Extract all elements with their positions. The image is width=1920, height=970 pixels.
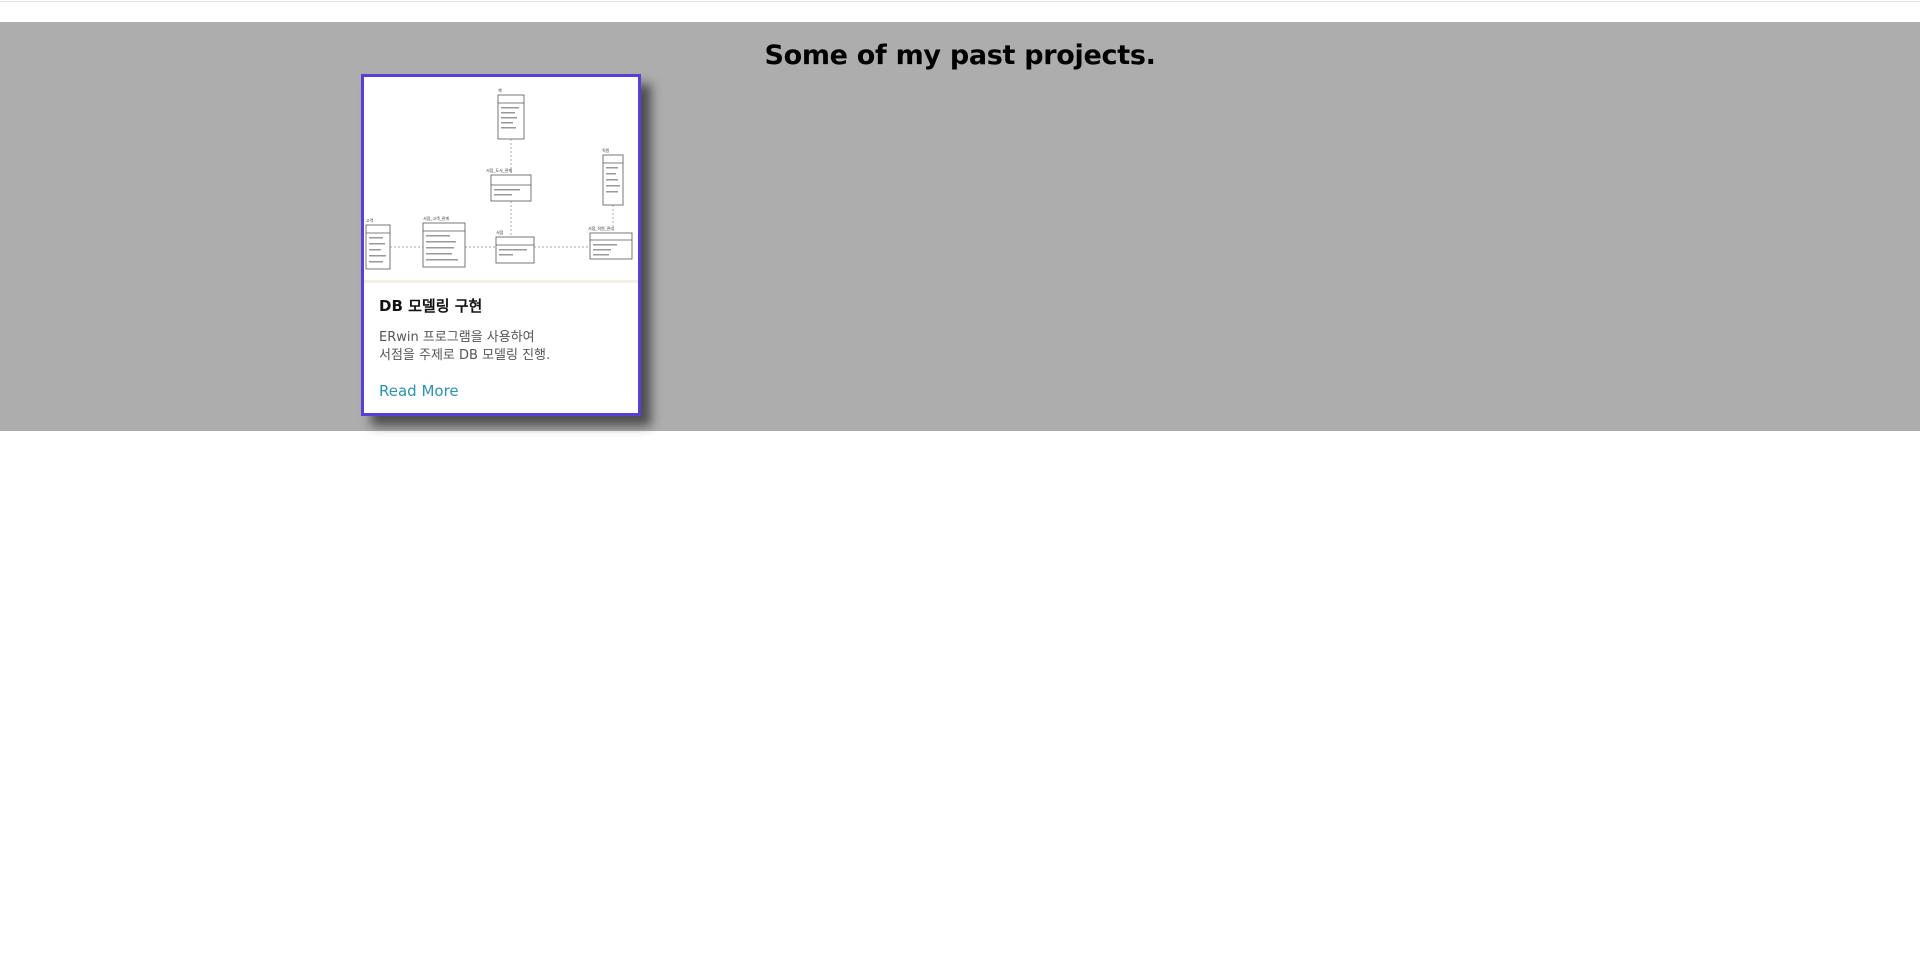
- svg-text:직원: 직원: [602, 147, 610, 153]
- project-thumbnail[interactable]: 책 서점_도서_관계 직원 고객 서점_고객_관계 서점 서점_직원_관리: [364, 77, 638, 283]
- svg-text:서점_도서_관계: 서점_도서_관계: [486, 167, 512, 173]
- svg-text:서점_고객_관계: 서점_고객_관계: [423, 215, 449, 221]
- project-description: ERwin 프로그램을 사용하여 서점을 주제로 DB 모델링 진행.: [379, 329, 629, 365]
- svg-text:책: 책: [498, 87, 502, 93]
- top-divider: [0, 1, 1920, 2]
- section-title: Some of my past projects.: [764, 40, 1156, 71]
- project-title: DB 모델링 구현: [379, 297, 483, 315]
- er-diagram-icon: 책 서점_도서_관계 직원 고객 서점_고객_관계 서점 서점_직원_관리: [365, 87, 633, 270]
- svg-text:서점: 서점: [496, 229, 504, 235]
- svg-text:고객: 고객: [366, 217, 374, 223]
- project-card[interactable]: 책 서점_도서_관계 직원 고객 서점_고객_관계 서점 서점_직원_관리 DB…: [361, 74, 641, 416]
- svg-text:서점_직원_관리: 서점_직원_관리: [588, 225, 614, 231]
- project-description-line: 서점을 주제로 DB 모델링 진행.: [379, 348, 551, 363]
- projects-section: Some of my past projects. 책 서점_도서_관계 직원 …: [0, 22, 1920, 431]
- project-description-line: ERwin 프로그램을 사용하여: [379, 330, 535, 345]
- read-more-link[interactable]: Read More: [379, 382, 459, 400]
